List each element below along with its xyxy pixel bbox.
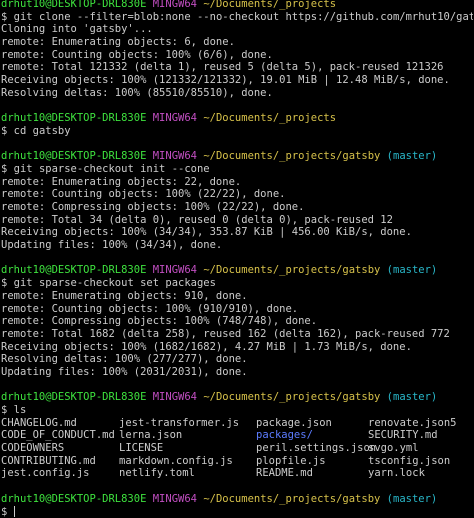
blank-line <box>1 100 473 113</box>
prompt-user-host: drhut10@DESKTOP-DRL830E <box>1 150 146 162</box>
prompt-cwd: ~/Documents/_projects/gatsby <box>203 493 380 505</box>
ls-file: jest-transformer.js <box>119 417 256 430</box>
output-line: Receiving objects: 100% (121332/121332),… <box>1 74 473 87</box>
output-line: Resolving deltas: 100% (277/277), done. <box>1 353 473 366</box>
prompt-user-host: drhut10@DESKTOP-DRL830E <box>1 0 146 10</box>
ls-file: SECURITY.md <box>368 429 473 442</box>
blank-line <box>1 480 473 493</box>
command-line: $ git sparse-checkout set packages <box>1 277 473 290</box>
ls-file: jest.config.js <box>1 467 119 480</box>
ls-file: peril.settings.json <box>256 442 368 455</box>
output-line: Cloning into 'gatsby'... <box>1 23 473 36</box>
prompt-symbol: $ <box>1 506 14 518</box>
output-line: Updating files: 100% (34/34), done. <box>1 239 473 252</box>
ls-row: CONTRIBUTING.mdmarkdown.config.jsplopfil… <box>1 455 473 468</box>
output-line: remote: Enumerating objects: 910, done. <box>1 290 473 303</box>
prompt-user-host: drhut10@DESKTOP-DRL830E <box>1 493 146 505</box>
prompt-env: MINGW64 <box>153 264 197 276</box>
prompt-cwd: ~/Documents/_projects/gatsby <box>203 264 380 276</box>
output-line: remote: Enumerating objects: 22, done. <box>1 176 473 189</box>
prompt-line: drhut10@DESKTOP-DRL830E MINGW64 ~/Docume… <box>1 264 473 277</box>
prompt-symbol: $ <box>1 404 14 416</box>
prompt-env: MINGW64 <box>153 391 197 403</box>
ls-directory: packages/ <box>256 429 368 442</box>
command-text: git sparse-checkout init --cone <box>14 163 210 175</box>
output-line: remote: Counting objects: 100% (6/6), do… <box>1 49 473 62</box>
prompt-cwd: ~/Documents/_projects <box>203 112 336 124</box>
ls-file: renovate.json5 <box>368 417 473 430</box>
ls-file: CONTRIBUTING.md <box>1 455 119 468</box>
output-line: remote: Compressing objects: 100% (748/7… <box>1 315 473 328</box>
prompt-line: drhut10@DESKTOP-DRL830E MINGW64 ~/Docume… <box>1 0 473 11</box>
ls-row: CODEOWNERSLICENSEperil.settings.jsonsvgo… <box>1 442 473 455</box>
command-line: $ git sparse-checkout init --cone <box>1 163 473 176</box>
ls-file: CHANGELOG.md <box>1 417 119 430</box>
prompt-symbol: $ <box>1 11 14 23</box>
prompt-line: drhut10@DESKTOP-DRL830E MINGW64 ~/Docume… <box>1 112 473 125</box>
ls-file: lerna.json <box>119 429 256 442</box>
output-line: Updating files: 100% (2031/2031), done. <box>1 366 473 379</box>
prompt-symbol: $ <box>1 163 14 175</box>
ls-row: jest.config.jsnetlify.tomlREADME.mdyarn.… <box>1 467 473 480</box>
prompt-env: MINGW64 <box>153 493 197 505</box>
prompt-line: drhut10@DESKTOP-DRL830E MINGW64 ~/Docume… <box>1 391 473 404</box>
prompt-cwd: ~/Documents/_projects/gatsby <box>203 391 380 403</box>
ls-row: CHANGELOG.mdjest-transformer.jspackage.j… <box>1 417 473 430</box>
ls-file: CODE_OF_CONDUCT.md <box>1 429 119 442</box>
prompt-user-host: drhut10@DESKTOP-DRL830E <box>1 112 146 124</box>
command-line: $ ls <box>1 404 473 417</box>
prompt-branch: (master) <box>387 493 438 505</box>
prompt-env: MINGW64 <box>153 112 197 124</box>
command-text: cd gatsby <box>14 125 71 137</box>
output-line: Resolving deltas: 100% (85510/85510), do… <box>1 87 473 100</box>
output-line: remote: Counting objects: 100% (22/22), … <box>1 188 473 201</box>
blank-line <box>1 138 473 151</box>
terminal-window[interactable]: drhut10@DESKTOP-DRL830E MINGW64 ~/Docume… <box>1 0 473 518</box>
prompt-env: MINGW64 <box>153 150 197 162</box>
output-line: remote: Counting objects: 100% (910/910)… <box>1 303 473 316</box>
prompt-user-host: drhut10@DESKTOP-DRL830E <box>1 264 146 276</box>
prompt-branch: (master) <box>387 264 438 276</box>
prompt-user-host: drhut10@DESKTOP-DRL830E <box>1 391 146 403</box>
output-line: remote: Total 1682 (delta 258), reused 1… <box>1 328 473 341</box>
ls-file: tsconfig.json <box>368 455 473 468</box>
ls-file: svgo.yml <box>368 442 473 455</box>
command-line: $ cd gatsby <box>1 125 473 138</box>
prompt-line: drhut10@DESKTOP-DRL830E MINGW64 ~/Docume… <box>1 150 473 163</box>
ls-file: yarn.lock <box>368 467 473 480</box>
ls-file: netlify.toml <box>119 467 256 480</box>
ls-file: package.json <box>256 417 368 430</box>
text-cursor <box>14 506 15 517</box>
output-line: remote: Enumerating objects: 6, done. <box>1 36 473 49</box>
output-line: remote: Total 34 (delta 0), reused 0 (de… <box>1 214 473 227</box>
prompt-symbol: $ <box>1 125 14 137</box>
command-text: git sparse-checkout set packages <box>14 277 216 289</box>
output-line: remote: Total 121332 (delta 1), reused 5… <box>1 61 473 74</box>
prompt-env: MINGW64 <box>153 0 197 10</box>
blank-line <box>1 252 473 265</box>
prompt-branch: (master) <box>387 391 438 403</box>
ls-file: README.md <box>256 467 368 480</box>
ls-file: LICENSE <box>119 442 256 455</box>
ls-file: markdown.config.js <box>119 455 256 468</box>
prompt-branch: (master) <box>387 150 438 162</box>
command-line: $ git clone --filter=blob:none --no-chec… <box>1 11 473 24</box>
output-line: remote: Compressing objects: 100% (22/22… <box>1 201 473 214</box>
prompt-symbol: $ <box>1 277 14 289</box>
ls-file: CODEOWNERS <box>1 442 119 455</box>
prompt-line: drhut10@DESKTOP-DRL830E MINGW64 ~/Docume… <box>1 493 473 506</box>
ls-row: CODE_OF_CONDUCT.mdlerna.jsonpackages/SEC… <box>1 429 473 442</box>
blank-line <box>1 379 473 392</box>
command-text: ls <box>14 404 27 416</box>
command-text: git clone --filter=blob:none --no-checko… <box>14 11 473 23</box>
prompt-cwd: ~/Documents/_projects <box>203 0 336 10</box>
input-line[interactable]: $ <box>1 506 473 518</box>
output-line: Receiving objects: 100% (34/34), 353.87 … <box>1 226 473 239</box>
ls-file: plopfile.js <box>256 455 368 468</box>
output-line: Receiving objects: 100% (1682/1682), 4.2… <box>1 341 473 354</box>
prompt-cwd: ~/Documents/_projects/gatsby <box>203 150 380 162</box>
